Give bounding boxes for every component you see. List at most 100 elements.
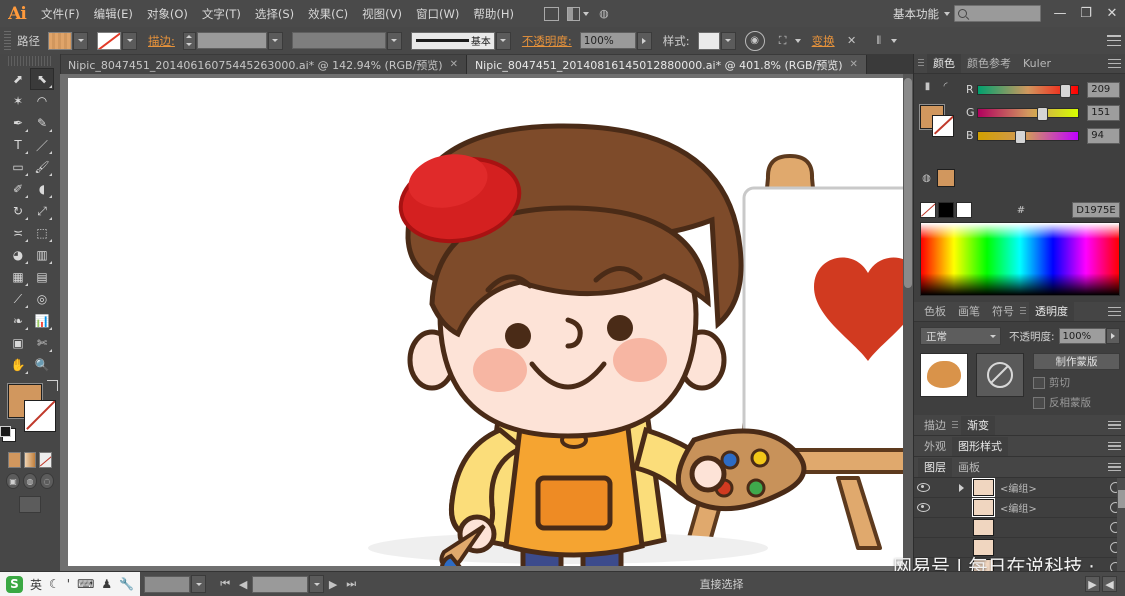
tab-swatches[interactable]: 色板 [918,302,952,321]
rotate-tool[interactable]: ↻ [6,200,30,222]
color-panel-menu-icon[interactable] [1108,59,1121,68]
line-segment-tool[interactable]: ／ [30,134,54,156]
tab-artboards[interactable]: 画板 [952,458,986,477]
width-tool[interactable]: ≍ [6,222,30,244]
tab-symbols[interactable]: 符号 [986,302,1020,321]
blend-mode-select[interactable]: 正常 [920,327,1001,345]
blend-tool[interactable]: ◎ [30,288,54,310]
free-transform-tool[interactable]: ⬚ [30,222,54,244]
magic-wand-tool[interactable]: ✶ [6,90,30,112]
scale-tool[interactable]: ⤢ [30,200,54,222]
tab-color[interactable]: 颜色 [927,54,961,73]
stroke-color-swatch[interactable] [97,31,121,50]
clip-checkbox-row[interactable]: 剪切 [1033,375,1120,390]
table-row[interactable] [914,538,1125,558]
clip-checkbox[interactable] [1033,376,1045,389]
ime-toolbar[interactable]: S 英 ☾ ' ⌨ ♟ 🔧 [0,572,141,596]
align-icon[interactable]: ✕ [843,33,861,49]
color-spectrum-ramp[interactable] [920,222,1120,296]
menu-help[interactable]: 帮助(H) [466,1,521,27]
layers-panel-menu-icon[interactable] [1108,462,1121,472]
artboard-number-field[interactable] [252,575,309,593]
expand-arrow-icon[interactable] [950,483,970,492]
type-tool[interactable]: T [6,134,30,156]
stroke-weight-dropdown-button[interactable] [267,31,283,50]
ime-toolbox-icon[interactable]: ♟ [101,577,112,591]
stroke-weight-field[interactable] [196,32,267,49]
canvas-vertical-scrollbar[interactable] [903,74,913,571]
fill-color-swatch[interactable] [48,31,72,50]
invert-mask-checkbox-row[interactable]: 反相蒙版 [1033,395,1120,410]
invert-mask-checkbox[interactable] [1033,396,1045,409]
stroke-dropdown-button[interactable] [122,31,137,50]
symbol-sprayer-tool[interactable]: ❧ [6,310,30,332]
layer-thumbnail[interactable] [973,539,994,556]
draw-behind-button[interactable]: ◍ [23,473,37,489]
rectangle-tool[interactable]: ▭ [6,156,30,178]
tab-appearance[interactable]: 外观 [918,437,952,456]
pencil-tool[interactable]: ✐ [6,178,30,200]
artboard-nav-first-icon[interactable]: ⏮ [216,576,234,592]
visibility-toggle-icon[interactable] [914,483,933,492]
tab-graphic-styles[interactable]: 图形样式 [952,436,1008,456]
mini-bridge-icon[interactable]: ◍ [593,4,615,24]
transform-label[interactable]: 变换 [812,33,835,49]
pen-tool[interactable]: ✒ [6,112,30,134]
tab-brushes[interactable]: 画笔 [952,302,986,321]
workspace-switcher[interactable]: 基本功能 [893,6,941,22]
ime-language-icon[interactable]: 英 [30,576,42,593]
tools-panel-grip[interactable] [8,56,52,66]
hex-value-field[interactable]: D1975E [1071,202,1120,218]
control-bar-panel-menu-icon[interactable] [1107,35,1121,46]
layers-list[interactable]: <编组> <编组> [914,478,1125,578]
transparency-opacity-field[interactable]: 100% [1058,328,1106,344]
control-bar-grip[interactable] [4,30,11,51]
search-input[interactable] [954,5,1041,22]
artboard-dropdown-button[interactable] [309,575,325,593]
color-mode-button[interactable] [8,452,21,468]
canvas-area[interactable] [60,74,913,571]
mask-thumbnail[interactable] [976,353,1024,397]
layer-thumbnail[interactable] [973,519,994,536]
status-prev-button[interactable]: ◀ [1101,576,1117,592]
lasso-tool[interactable]: ◠ [30,90,54,112]
visibility-toggle-icon[interactable] [914,503,933,512]
artboard-tool[interactable]: ▣ [6,332,30,354]
distribute-chevron-down-icon[interactable] [890,38,897,43]
slider-track-g[interactable] [977,106,1080,121]
tab-transparency[interactable]: 透明度 [1029,302,1074,321]
layer-name[interactable]: <编组> [1000,480,1104,495]
ime-keyboard-icon[interactable]: ⌨ [77,577,94,591]
selection-tool[interactable]: ⬈ [6,68,30,90]
sogou-logo-icon[interactable]: S [6,575,23,593]
layers-scrollbar[interactable] [1117,478,1125,578]
slice-tool[interactable]: ✄ [30,332,54,354]
color-current-swatch[interactable] [937,169,955,187]
artboard-nav-last-icon[interactable]: ⏭ [342,576,360,592]
black-swatch-icon[interactable] [938,202,954,218]
menu-select[interactable]: 选择(S) [248,1,301,27]
slider-value-g[interactable]: 151 [1087,104,1120,121]
arrange-documents-icon[interactable] [566,4,589,24]
menu-type[interactable]: 文字(T) [195,1,248,27]
swap-fill-stroke-icon[interactable] [47,380,58,391]
document-tab-2-close-icon[interactable]: ✕ [850,59,858,70]
document-setup-icon[interactable]: ⛶ [774,33,792,49]
appearance-panel-menu-icon[interactable] [1108,441,1121,451]
object-thumbnail[interactable] [920,353,968,397]
slider-knob-g[interactable] [1037,106,1049,121]
tab-kuler[interactable]: Kuler [1017,54,1057,73]
artboard-nav-prev-icon[interactable]: ◀ [234,576,252,592]
color-stroke-swatch[interactable] [932,115,954,137]
slider-knob-r[interactable] [1060,83,1072,98]
make-mask-button[interactable]: 制作蒙版 [1033,353,1120,370]
zoom-tool[interactable]: 🔍 [30,354,54,376]
tab-stroke[interactable]: 描边 [918,416,952,435]
slider-knob-b[interactable] [1015,129,1027,144]
change-screen-mode-button[interactable] [19,496,41,513]
close-button[interactable]: ✕ [1099,3,1125,25]
add-anchor-point-tool[interactable]: ✎ [30,112,54,134]
fill-indicator-icon[interactable]: ▮ [921,80,934,93]
recolor-artwork-icon[interactable]: ◉ [744,30,765,51]
artboard[interactable] [68,78,904,566]
